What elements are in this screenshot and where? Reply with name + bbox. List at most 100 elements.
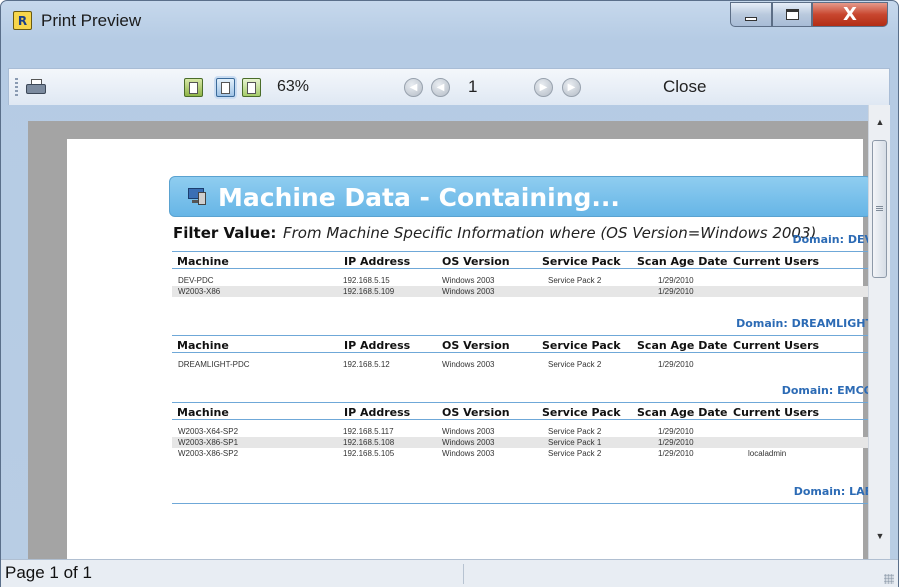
table-cell: 1/29/2010 <box>658 438 694 447</box>
first-page-icon[interactable]: ◀ <box>404 78 423 97</box>
zoom-level[interactable]: 63% <box>277 78 309 96</box>
table-cell: Service Pack 2 <box>548 427 602 436</box>
table-cell: 192.168.5.105 <box>343 449 395 458</box>
scroll-thumb[interactable] <box>872 140 887 278</box>
close-window-button[interactable]: X <box>812 2 888 27</box>
table-cell: W2003-X86-SP2 <box>178 449 239 458</box>
table-row: DEV-PDC 192.168.5.15 Windows 2003 Service P… <box>172 275 868 286</box>
resize-grip-icon[interactable] <box>884 574 894 584</box>
table-row: W2003-X86-SP1 192.168.5.108 Windows 2003 Se… <box>172 437 868 448</box>
domain-label: Domain: DEV <box>792 233 868 246</box>
table-cell: 1/29/2010 <box>658 427 694 436</box>
column-header: IP Address <box>344 339 411 352</box>
column-header-row: Machine IP Address OS Version Service Pack S… <box>172 335 868 353</box>
table-row: W2003-X86-SP2 192.168.5.105 Windows 2003 Se… <box>172 448 868 459</box>
table-cell: Service Pack 2 <box>548 276 602 285</box>
table-cell: W2003-X86 <box>178 287 221 296</box>
table-cell: 1/29/2010 <box>658 449 694 458</box>
domain-label: Domain: EMCO <box>781 384 868 397</box>
table-cell: Service Pack 1 <box>548 438 602 447</box>
table-cell: DREAMLIGHT-PDC <box>178 360 250 369</box>
table-row: DREAMLIGHT-PDC 192.168.5.12 Windows 2003 Se… <box>172 359 868 370</box>
column-header: Scan Age Date <box>637 255 728 268</box>
page-status: Page 1 of 1 <box>5 563 92 582</box>
table-cell: Windows 2003 <box>442 449 495 458</box>
app-icon: R <box>13 11 32 30</box>
column-header: IP Address <box>344 406 411 419</box>
column-header: Current Users <box>733 339 820 352</box>
table-cell: Service Pack 2 <box>548 360 602 369</box>
toolbar-grip-icon[interactable] <box>15 78 18 96</box>
table-cell: Windows 2003 <box>442 438 495 447</box>
table-cell: 192.168.5.12 <box>343 360 390 369</box>
column-header: IP Address <box>344 255 411 268</box>
domain-label: Domain: LAB <box>793 485 868 498</box>
multi-page-icon[interactable] <box>242 78 261 97</box>
minimize-icon <box>745 16 757 21</box>
status-bar: Page 1 of 1 <box>1 559 898 587</box>
column-header-row <box>172 503 868 521</box>
column-header: Current Users <box>733 406 820 419</box>
print-preview-window: R Print Preview X 63% ◀ ◀ ▶ ▶ Close <box>0 0 899 587</box>
column-header: OS Version <box>442 255 510 268</box>
domain-group: Domain: EMCO Machine IP Address OS Version S… <box>172 384 868 464</box>
page-glyph <box>189 81 198 94</box>
table-row: W2003-X86 192.168.5.109 Windows 2003 1/29/2… <box>172 286 868 297</box>
page-number-input[interactable] <box>468 76 528 98</box>
table-cell: DEV-PDC <box>178 276 214 285</box>
domain-label: Domain: DREAMLIGHT <box>736 317 868 330</box>
table-cell: W2003-X64-SP2 <box>178 427 239 436</box>
next-page-icon[interactable]: ▶ <box>534 78 553 97</box>
table-cell: W2003-X86-SP1 <box>178 438 239 447</box>
status-divider <box>463 564 464 584</box>
column-header: OS Version <box>442 339 510 352</box>
report-banner: Machine Data - Containing... <box>169 176 868 217</box>
thumb-grip-icon <box>876 206 883 212</box>
scroll-up-icon[interactable]: ▲ <box>869 113 891 131</box>
column-header: Machine <box>177 339 229 352</box>
tower-shape <box>198 192 206 205</box>
last-page-icon[interactable]: ▶ <box>562 78 581 97</box>
report-title: Machine Data - Containing... <box>218 183 620 212</box>
table-cell: 1/29/2010 <box>658 360 694 369</box>
column-header-row: Machine IP Address OS Version Service Pack S… <box>172 402 868 420</box>
table-row: W2003-X64-SP2 192.168.5.117 Windows 2003 Se… <box>172 426 868 437</box>
column-header: Scan Age Date <box>637 339 728 352</box>
scroll-down-icon[interactable]: ▼ <box>869 527 891 545</box>
title-bar[interactable]: R Print Preview X <box>1 1 898 41</box>
table-cell: 192.168.5.15 <box>343 276 390 285</box>
two-page-icon[interactable] <box>216 78 235 97</box>
window-title: Print Preview <box>41 11 142 30</box>
vertical-scrollbar[interactable]: ▲ ▼ <box>868 105 890 559</box>
table-cell: 192.168.5.108 <box>343 438 395 447</box>
column-header: Service Pack <box>542 339 621 352</box>
domain-group: Domain: LAB <box>172 485 868 559</box>
table-cell: Windows 2003 <box>442 360 495 369</box>
table-cell: 192.168.5.117 <box>343 427 394 436</box>
column-header: Scan Age Date <box>637 406 728 419</box>
preview-toolbar: 63% ◀ ◀ ▶ ▶ Close <box>8 68 890 105</box>
close-button[interactable]: Close <box>663 77 706 97</box>
table-cell: Windows 2003 <box>442 287 495 296</box>
table-cell: 192.168.5.109 <box>343 287 395 296</box>
close-icon: X <box>843 4 857 25</box>
column-header: Current Users <box>733 255 820 268</box>
page-glyph <box>221 81 230 94</box>
table-cell: 1/29/2010 <box>658 276 694 285</box>
column-header: Machine <box>177 406 229 419</box>
preview-area[interactable]: Machine Data - Containing... Filter Valu… <box>28 121 868 559</box>
printer-body <box>26 84 46 94</box>
maximize-button[interactable] <box>772 2 812 27</box>
previous-page-icon[interactable]: ◀ <box>431 78 450 97</box>
page-glyph <box>247 81 256 94</box>
printer-icon[interactable] <box>25 78 47 97</box>
table-cell: localadmin <box>748 449 787 458</box>
report-page: Machine Data - Containing... Filter Valu… <box>67 139 868 559</box>
maximize-icon <box>785 9 799 20</box>
table-cell: 1/29/2010 <box>658 287 694 296</box>
minimize-button[interactable] <box>730 2 772 27</box>
column-header: OS Version <box>442 406 510 419</box>
domain-group: Domain: DEV Machine IP Address OS Version Se… <box>172 233 868 313</box>
table-cell: Windows 2003 <box>442 276 495 285</box>
one-page-icon[interactable] <box>184 78 203 97</box>
